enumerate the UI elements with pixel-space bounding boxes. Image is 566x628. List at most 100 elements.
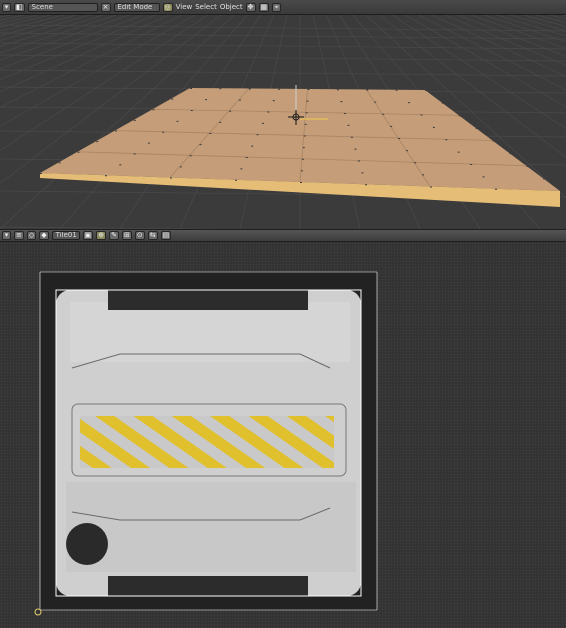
- mesh-vertex: [209, 133, 212, 134]
- mesh-vertex: [278, 88, 281, 90]
- paint-icon[interactable]: ✎: [109, 231, 120, 240]
- mesh-vertex: [238, 99, 241, 101]
- screen-browse-icon[interactable]: ◧: [14, 2, 25, 12]
- mesh-vertex: [457, 151, 460, 153]
- rivet-hole: [66, 523, 108, 565]
- mesh-vertex: [361, 172, 364, 174]
- hazard-stripes: [80, 416, 334, 468]
- mesh-vertex: [420, 114, 423, 116]
- zoom-icon[interactable]: ⊙: [134, 231, 145, 240]
- mesh-vertex: [272, 100, 275, 102]
- mesh-vertex: [152, 109, 155, 111]
- mesh-vertex: [40, 173, 42, 174]
- manipulator-icon[interactable]: ✥: [245, 2, 256, 12]
- mesh-vertex: [414, 162, 417, 164]
- mesh-vertex: [251, 145, 254, 147]
- uv-menu-icon[interactable]: ≡: [14, 231, 24, 240]
- mesh-vertex: [357, 160, 360, 162]
- viewport-canvas: [0, 15, 566, 229]
- mesh-vertex: [495, 188, 497, 190]
- mesh-vertex: [300, 182, 302, 183]
- mesh-vertex: [235, 179, 237, 181]
- mesh-vertex: [171, 98, 174, 100]
- editor-type-icon[interactable]: ▾: [2, 2, 11, 12]
- mesh-vertex: [205, 99, 208, 101]
- mesh-vertex: [58, 162, 61, 164]
- pivot-icon[interactable]: ◎: [162, 2, 173, 12]
- mesh-vertex: [115, 130, 117, 132]
- mesh-vertex: [240, 168, 243, 170]
- grid-line: [0, 24, 566, 32]
- uv-sync-icon[interactable]: ⇆: [147, 231, 158, 240]
- mode-select[interactable]: Edit Mode: [113, 2, 160, 12]
- object-menu[interactable]: Object: [220, 3, 243, 12]
- mesh-vertex: [408, 102, 411, 104]
- mesh-vertex: [245, 157, 248, 158]
- snap-icon[interactable]: ⌖: [272, 2, 282, 12]
- mesh-vertex: [229, 110, 232, 112]
- mesh-vertex: [304, 123, 307, 125]
- close-scene-icon[interactable]: ×: [100, 2, 111, 12]
- lock-icon[interactable]: ⊞: [122, 231, 132, 240]
- mesh-vertex: [96, 141, 99, 143]
- mesh-vertex: [492, 140, 495, 142]
- mesh-vertex: [354, 148, 357, 150]
- mesh-vertex: [133, 119, 136, 121]
- mesh-vertex: [390, 125, 393, 127]
- uv-image-editor[interactable]: [0, 242, 566, 628]
- mesh-vertex: [105, 175, 107, 177]
- image-browse-icon[interactable]: ▣: [82, 231, 94, 240]
- mesh-vertex: [119, 164, 122, 166]
- mesh-vertex: [475, 127, 478, 129]
- grid-line: [0, 42, 566, 50]
- mesh-vertex: [458, 115, 461, 117]
- 3d-viewport[interactable]: [0, 15, 566, 229]
- top-slot: [108, 290, 308, 310]
- mesh-vertex: [560, 191, 562, 192]
- sticky-icon[interactable]: ◆: [39, 231, 49, 240]
- layer-icon[interactable]: ▦: [258, 2, 270, 12]
- bottom-slot: [108, 576, 308, 596]
- mesh-vertex: [179, 166, 182, 168]
- mesh-vertex: [445, 139, 448, 141]
- mesh-vertex: [248, 88, 251, 90]
- select-menu[interactable]: Select: [195, 3, 217, 12]
- mesh-vertex: [430, 186, 432, 188]
- mesh-vertex: [343, 113, 346, 114]
- top-header-bar: ▾ ◧ Scene × Edit Mode ◎ View Select Obje…: [0, 0, 566, 15]
- floor-plane-top[interactable]: [40, 88, 560, 191]
- mesh-vertex: [398, 138, 401, 139]
- image-browse-field[interactable]: Tile01: [51, 231, 80, 240]
- mesh-vertex: [306, 100, 309, 102]
- mesh-vertex: [301, 158, 304, 160]
- mesh-vertex: [133, 153, 136, 155]
- mesh-vertex: [300, 170, 303, 172]
- pin-icon[interactable]: ⊕: [96, 231, 107, 240]
- mesh-vertex: [302, 147, 305, 149]
- mesh-vertex: [482, 176, 485, 178]
- mesh-vertex: [219, 121, 222, 123]
- mesh-vertex: [422, 174, 425, 176]
- mesh-vertex: [395, 89, 398, 91]
- scene-field[interactable]: Scene: [27, 2, 98, 12]
- uv-view-icon[interactable]: ▤: [160, 231, 172, 240]
- mesh-vertex: [189, 155, 192, 157]
- uv-select-icon[interactable]: ◇: [26, 231, 37, 240]
- mesh-vertex: [261, 122, 264, 124]
- mesh-vertex: [365, 184, 367, 186]
- mesh-vertex: [340, 101, 343, 103]
- mesh-vertex: [366, 89, 369, 91]
- uv-editor-type-icon[interactable]: ▾: [2, 231, 11, 240]
- mesh-vertex: [406, 150, 409, 152]
- uv-vertex-icon[interactable]: [34, 608, 42, 616]
- mesh-vertex: [162, 131, 165, 133]
- mesh-vertex: [303, 135, 306, 137]
- mesh-vertex: [350, 136, 353, 138]
- mesh-vertex: [77, 151, 80, 153]
- uv-editor-header: ▾ ≡ ◇ ◆ Tile01 ▣ ⊕ ✎ ⊞ ⊙ ⇆ ▤: [0, 229, 566, 242]
- view-menu[interactable]: View: [176, 3, 193, 12]
- mesh-vertex: [219, 88, 222, 90]
- mesh-vertex: [256, 134, 259, 136]
- mesh-vertex: [441, 102, 444, 104]
- mesh-vertex: [147, 142, 150, 144]
